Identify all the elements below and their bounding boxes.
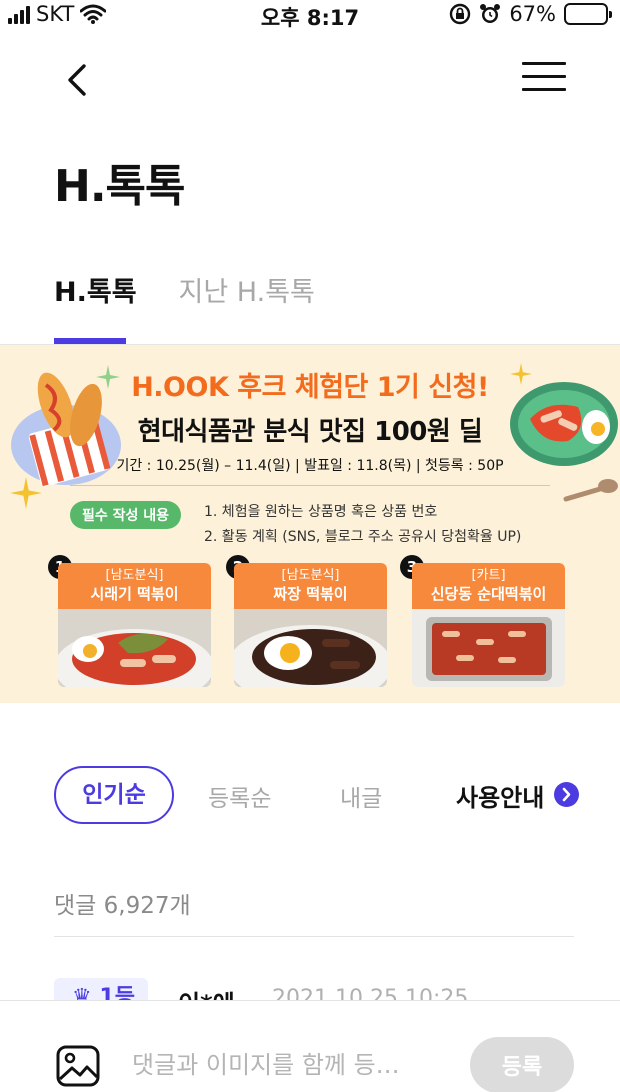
back-button[interactable]	[62, 62, 92, 98]
banner-divider	[70, 485, 550, 486]
event-banner[interactable]: H.OOK 후크 체험단 1기 신청! 현대식품관 분식 맛집 100원 딜 기…	[0, 345, 620, 703]
image-icon	[56, 1045, 100, 1087]
product-photo	[58, 609, 211, 687]
sort-row: 인기순 등록순 내글 사용안내	[54, 766, 584, 824]
divider	[54, 936, 574, 937]
tab-bar: H.톡톡 지난 H.톡톡	[54, 270, 315, 309]
product-card-header: [카트] 신당동 순대떡볶이	[412, 563, 565, 609]
sort-popular-button[interactable]: 인기순	[54, 766, 174, 824]
chevron-left-icon	[68, 64, 86, 96]
hamburger-menu-icon	[522, 62, 566, 91]
page-title: H.톡톡	[54, 161, 185, 212]
product-brand: [남도분식]	[105, 568, 164, 583]
sparkle-icon	[10, 477, 42, 509]
product-brand: [카트]	[471, 568, 506, 583]
spoon-illustration	[563, 479, 618, 502]
battery-icon	[564, 3, 612, 25]
status-bar: SKT 오후 8:17 67%	[0, 0, 620, 30]
product-card-header: [남도분식] 시래기 떡볶이	[58, 563, 211, 609]
required-badge: 필수 작성 내용	[70, 501, 182, 529]
product-brand: [남도분식]	[281, 568, 340, 583]
banner-headline: H.OOK 후크 체험단 1기 신청!	[131, 372, 489, 403]
required-list: 1. 체험을 원하는 상품명 혹은 상품 번호 2. 활동 계획 (SNS, 블…	[204, 500, 521, 550]
product-card-header: [남도분식] 짜장 떡볶이	[234, 563, 387, 609]
comment-input[interactable]	[132, 1045, 452, 1085]
tab-past-htoktok[interactable]: 지난 H.톡톡	[179, 270, 315, 309]
product-card[interactable]: [남도분식] 짜장 떡볶이	[234, 563, 387, 687]
menu-button[interactable]	[522, 62, 566, 92]
product-name: 시래기 떡볶이	[90, 585, 179, 603]
rank-badge: ♛ 1등	[54, 978, 148, 1002]
sort-mine-button[interactable]: 내글	[340, 779, 382, 813]
required-item: 1. 체험을 원하는 상품명 혹은 상품 번호	[204, 504, 438, 520]
comment-count: 댓글 6,927개	[54, 893, 191, 919]
attach-image-button[interactable]	[56, 1045, 100, 1087]
sort-recent-button[interactable]: 등록순	[208, 779, 271, 813]
product-card[interactable]: [카트] 신당동 순대떡볶이	[412, 563, 565, 687]
rotation-lock-icon	[450, 3, 471, 25]
tab-htoktok[interactable]: H.톡톡	[54, 270, 137, 309]
product-name: 짜장 떡볶이	[273, 585, 348, 603]
product-card[interactable]: [남도분식] 시래기 떡볶이	[58, 563, 211, 687]
battery-percent: 67%	[509, 2, 556, 26]
banner-subheadline: 현대식품관 분식 맛집 100원 딜	[137, 417, 483, 447]
alarm-icon	[480, 4, 501, 23]
product-name: 신당동 순대떡볶이	[430, 585, 547, 603]
comment-row: ♛ 1등 이*에 2021.10.25 10:25	[54, 978, 574, 1002]
product-photo	[412, 609, 565, 687]
submit-button[interactable]: 등록	[470, 1037, 574, 1092]
chevron-right-icon[interactable]	[554, 782, 579, 807]
page: SKT 오후 8:17 67% H.톡톡 H.톡톡 지난 H.톡톡 H.OOK …	[0, 0, 620, 1092]
banner-period: 기간 : 10.25(월) – 11.4(일) | 발표일 : 11.8(목) …	[116, 458, 504, 474]
guide-link[interactable]: 사용안내	[456, 778, 544, 813]
comment-composer: 등록	[0, 1000, 620, 1092]
status-right: 67%	[449, 2, 612, 26]
required-item: 2. 활동 계획 (SNS, 블로그 주소 공유시 당첨확율 UP)	[204, 529, 522, 545]
product-photo	[234, 609, 387, 687]
